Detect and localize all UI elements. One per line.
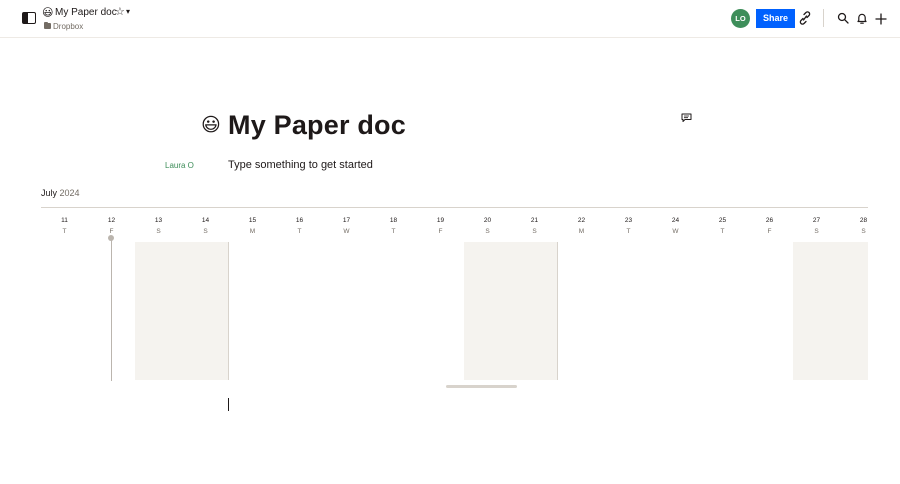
editor-placeholder[interactable]: Type something to get started — [228, 159, 373, 172]
timeline-day-14[interactable]: 14 S — [182, 208, 229, 388]
timeline-month-label: July 2024 — [41, 188, 80, 199]
timeline-day-number: 20 — [483, 217, 492, 224]
doc-emoji-small: 😃 — [42, 7, 54, 19]
timeline-month: July — [41, 188, 58, 198]
timeline-day-number: 16 — [295, 217, 304, 224]
doc-title-header[interactable]: My Paper doc — [55, 7, 117, 19]
timeline-day-18[interactable]: 18 T — [370, 208, 417, 388]
chevron-down-icon[interactable]: ▾ — [126, 6, 130, 18]
timeline-scrollbar[interactable] — [446, 385, 517, 388]
timeline-day-weekday: T — [626, 228, 631, 235]
timeline-day-24[interactable]: 24 W — [652, 208, 699, 388]
page-title[interactable]: My Paper doc — [228, 109, 406, 141]
timeline-day-number: 11 — [61, 217, 68, 224]
timeline-day-number: 12 — [107, 217, 116, 224]
timeline-day-weekday: F — [767, 228, 772, 235]
today-marker-line — [111, 236, 112, 381]
timeline-day-weekday: T — [62, 228, 67, 235]
timeline-day-weekday: S — [156, 228, 161, 235]
timeline-day-weekday: S — [485, 228, 490, 235]
plus-icon[interactable] — [875, 13, 887, 25]
timeline-day-number: 19 — [436, 217, 445, 224]
timeline-day-26[interactable]: 26 F — [746, 208, 793, 388]
timeline-day-11[interactable]: 11 T — [41, 208, 88, 388]
timeline-day-25[interactable]: 25 T — [699, 208, 746, 388]
timeline-day-weekday: S — [532, 228, 537, 235]
weekend-shade — [511, 242, 558, 380]
timeline-day-weekday: F — [438, 228, 443, 235]
breadcrumb[interactable]: Dropbox — [53, 22, 83, 32]
doc-emoji[interactable]: 😃 — [201, 114, 221, 138]
weekend-shade — [182, 242, 229, 380]
timeline-day-16[interactable]: 16 T — [276, 208, 323, 388]
weekend-shade — [135, 242, 182, 380]
weekend-shade — [840, 242, 868, 380]
timeline-day-number: 21 — [530, 217, 539, 224]
timeline-day-number: 24 — [671, 217, 680, 224]
timeline-day-20[interactable]: 20 S — [464, 208, 511, 388]
timeline-day-19[interactable]: 19 F — [417, 208, 464, 388]
timeline-day-28[interactable]: 28 S — [840, 208, 868, 388]
comment-icon[interactable] — [681, 113, 692, 122]
timeline-day-weekday: M — [249, 228, 256, 235]
timeline-day-weekday: T — [391, 228, 396, 235]
folder-icon — [44, 21, 51, 29]
today-marker-dot — [108, 235, 114, 241]
timeline-day-21[interactable]: 21 S — [511, 208, 558, 388]
timeline-day-number: 14 — [201, 217, 210, 224]
timeline-day-number: 22 — [577, 217, 586, 224]
timeline-day-weekday: S — [203, 228, 208, 235]
avatar[interactable]: LO — [731, 9, 750, 28]
toolbar-divider — [823, 9, 824, 27]
timeline-day-23[interactable]: 23 T — [605, 208, 652, 388]
timeline-day-number: 26 — [765, 217, 774, 224]
timeline-day-number: 27 — [812, 217, 821, 224]
timeline-day-number: 13 — [154, 217, 163, 224]
timeline-day-17[interactable]: 17 W — [323, 208, 370, 388]
timeline-day-weekday: S — [814, 228, 819, 235]
timeline-day-15[interactable]: 15 M — [229, 208, 276, 388]
timeline-day-13[interactable]: 13 S — [135, 208, 182, 388]
timeline-day-number: 28 — [859, 217, 868, 224]
timeline-day-weekday: T — [720, 228, 725, 235]
timeline-day-number: 25 — [718, 217, 727, 224]
timeline-day-number: 15 — [248, 217, 257, 224]
timeline-day-weekday: T — [297, 228, 302, 235]
bell-icon[interactable] — [856, 12, 868, 25]
author-label: Laura O — [165, 161, 194, 170]
timeline-day-number: 17 — [342, 217, 351, 224]
link-icon[interactable] — [799, 11, 811, 25]
top-bar: 😃 My Paper doc ☆ ▾ Dropbox LO Share — [0, 0, 900, 38]
timeline-day-22[interactable]: 22 M — [558, 208, 605, 388]
timeline-day-weekday: W — [672, 228, 679, 235]
share-button[interactable]: Share — [756, 9, 795, 28]
timeline[interactable]: 11 T 12 F 13 S 14 S 15 M 16 T 17 W 18 T 19 F 20 S 21 S 22 M 23 T 2… — [0, 208, 868, 388]
text-cursor — [228, 398, 229, 411]
timeline-day-weekday: W — [343, 228, 350, 235]
weekend-shade — [793, 242, 840, 380]
sidebar-toggle-icon[interactable] — [22, 12, 36, 24]
timeline-day-number: 18 — [389, 217, 398, 224]
timeline-day-27[interactable]: 27 S — [793, 208, 840, 388]
star-icon[interactable]: ☆ — [115, 6, 125, 18]
timeline-day-number: 23 — [624, 217, 633, 224]
timeline-year: 2024 — [59, 188, 80, 198]
timeline-day-weekday: S — [861, 228, 866, 235]
search-icon[interactable] — [837, 12, 849, 24]
timeline-day-weekday: M — [578, 228, 585, 235]
weekend-shade — [464, 242, 511, 380]
